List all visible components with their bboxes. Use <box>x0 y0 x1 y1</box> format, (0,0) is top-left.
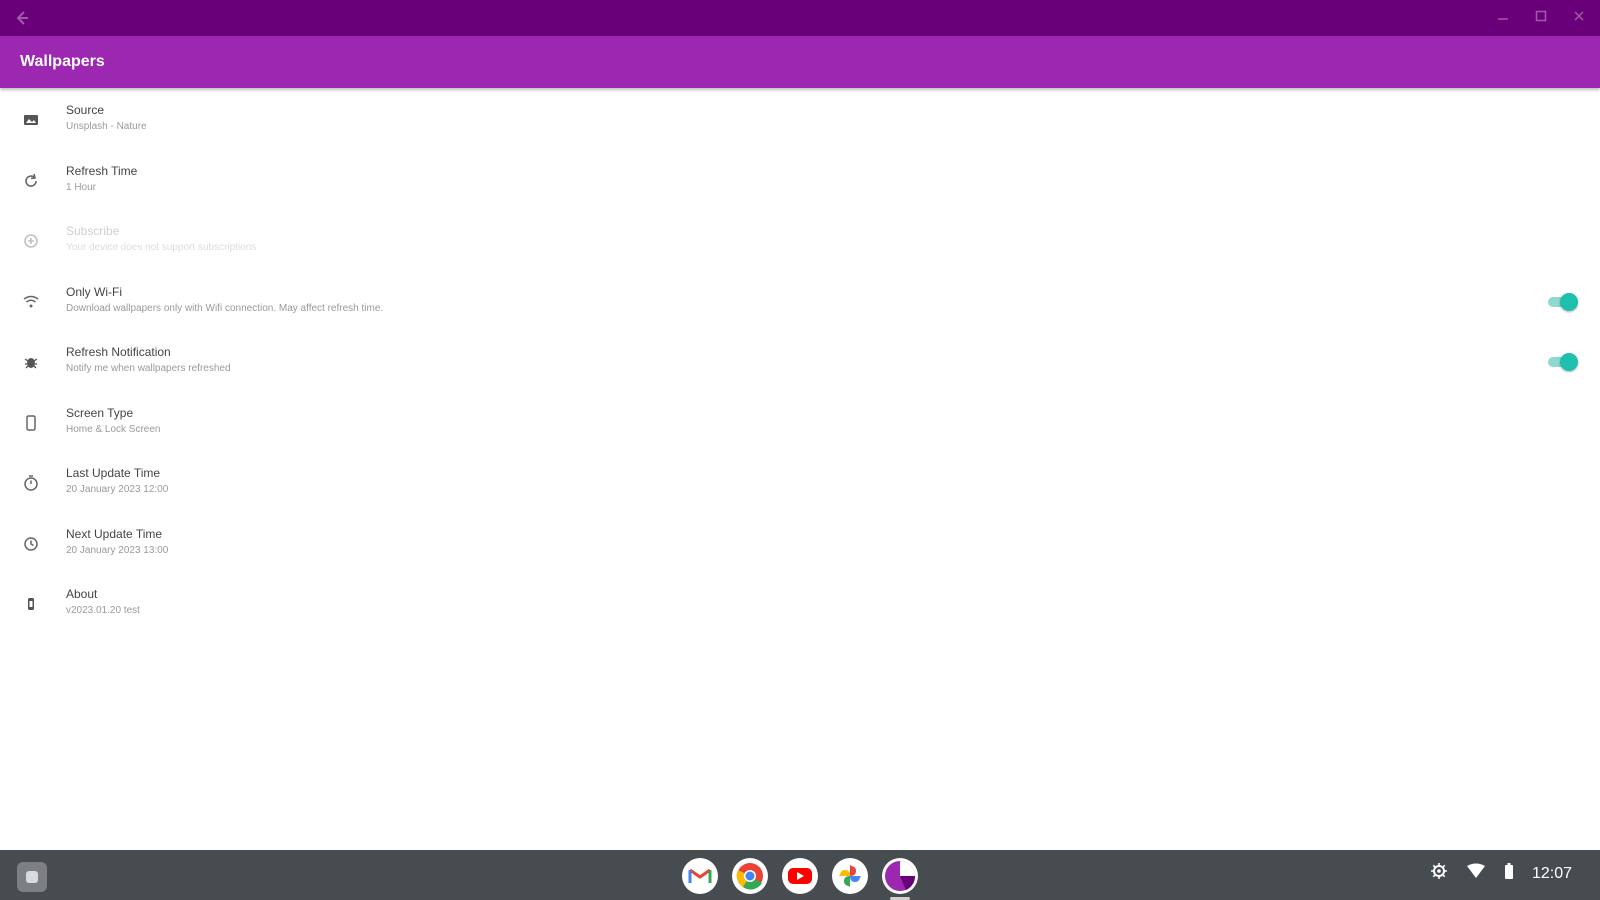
launcher-icon <box>26 871 38 883</box>
setting-subtitle: 20 January 2023 13:00 <box>66 544 169 556</box>
app-bar: Wallpapers <box>0 36 1600 88</box>
photos-icon[interactable] <box>832 858 868 894</box>
setting-refresh-time[interactable]: Refresh Time 1 Hour <box>0 151 1600 212</box>
settings-list: Source Unsplash - Nature Refresh Time 1 … <box>0 90 1600 635</box>
setting-subtitle: Notify me when wallpapers refreshed <box>66 363 231 374</box>
setting-refresh-notification[interactable]: Refresh Notification Notify me when wall… <box>0 332 1600 393</box>
close-icon[interactable] <box>1570 9 1588 27</box>
toggle-thumb <box>1560 292 1578 311</box>
clock[interactable]: 12:07 <box>1532 865 1572 883</box>
setting-subtitle: Unsplash - Nature <box>66 121 147 132</box>
setting-only-wifi[interactable]: Only Wi-Fi Download wallpapers only with… <box>0 272 1600 333</box>
setting-subtitle: v2023.01.20 test <box>66 605 140 616</box>
bug-icon <box>20 351 42 373</box>
setting-screen-type[interactable]: Screen Type Home & Lock Screen <box>0 393 1600 454</box>
page-title: Wallpapers <box>20 53 105 70</box>
gmail-icon[interactable] <box>682 858 718 894</box>
settings-icon[interactable] <box>1430 862 1448 885</box>
setting-title: Refresh Notification <box>66 345 171 359</box>
setting-title: About <box>66 587 98 601</box>
setting-title: Screen Type <box>66 405 134 420</box>
only-wifi-toggle[interactable] <box>1548 292 1578 311</box>
timer-icon <box>20 472 42 494</box>
setting-subtitle: Download wallpapers only with Wifi conne… <box>66 302 384 314</box>
chrome-icon[interactable] <box>732 858 768 894</box>
arrow-left-icon[interactable] <box>12 8 32 28</box>
setting-subtitle: Your device does not support subscriptio… <box>66 242 257 253</box>
os-shelf: 12:07 <box>0 850 1600 900</box>
info-icon <box>20 593 42 615</box>
setting-subtitle: Home & Lock Screen <box>66 423 161 435</box>
window-titlebar <box>0 0 1600 36</box>
refresh-notification-toggle[interactable] <box>1548 353 1578 372</box>
pinned-apps <box>682 858 918 900</box>
wallpapers-app-icon[interactable] <box>882 858 918 900</box>
image-icon <box>20 109 42 131</box>
youtube-icon[interactable] <box>782 858 818 894</box>
status-tray[interactable]: 12:07 <box>1430 862 1572 885</box>
setting-title: Last Update Time <box>66 466 161 480</box>
setting-subtitle: 20 January 2023 12:00 <box>66 484 169 495</box>
minimize-icon[interactable] <box>1494 9 1512 27</box>
setting-subscribe: Subscribe Your device does not support s… <box>0 211 1600 272</box>
window-controls <box>1494 9 1588 27</box>
refresh-icon <box>20 170 42 192</box>
phone-icon <box>20 412 42 434</box>
setting-next-update-time[interactable]: Next Update Time 20 January 2023 13:00 <box>0 514 1600 575</box>
setting-title: Next Update Time <box>66 526 163 541</box>
setting-source[interactable]: Source Unsplash - Nature <box>0 90 1600 151</box>
setting-title: Source <box>66 103 105 117</box>
toggle-thumb <box>1560 353 1578 372</box>
maximize-icon[interactable] <box>1532 9 1550 27</box>
setting-subtitle: 1 Hour <box>66 181 97 193</box>
clock-icon <box>20 533 42 555</box>
setting-title: Only Wi-Fi <box>66 284 122 299</box>
battery-icon[interactable] <box>1504 862 1514 885</box>
setting-last-update-time[interactable]: Last Update Time 20 January 2023 12:00 <box>0 453 1600 514</box>
launcher-button[interactable] <box>17 862 47 892</box>
setting-title: Refresh Time <box>66 163 138 178</box>
subscribe-icon <box>20 230 42 252</box>
setting-about[interactable]: About v2023.01.20 test <box>0 574 1600 635</box>
setting-title: Subscribe <box>66 224 120 238</box>
wifi-icon <box>20 291 42 313</box>
wifi-signal-icon[interactable] <box>1466 863 1486 884</box>
